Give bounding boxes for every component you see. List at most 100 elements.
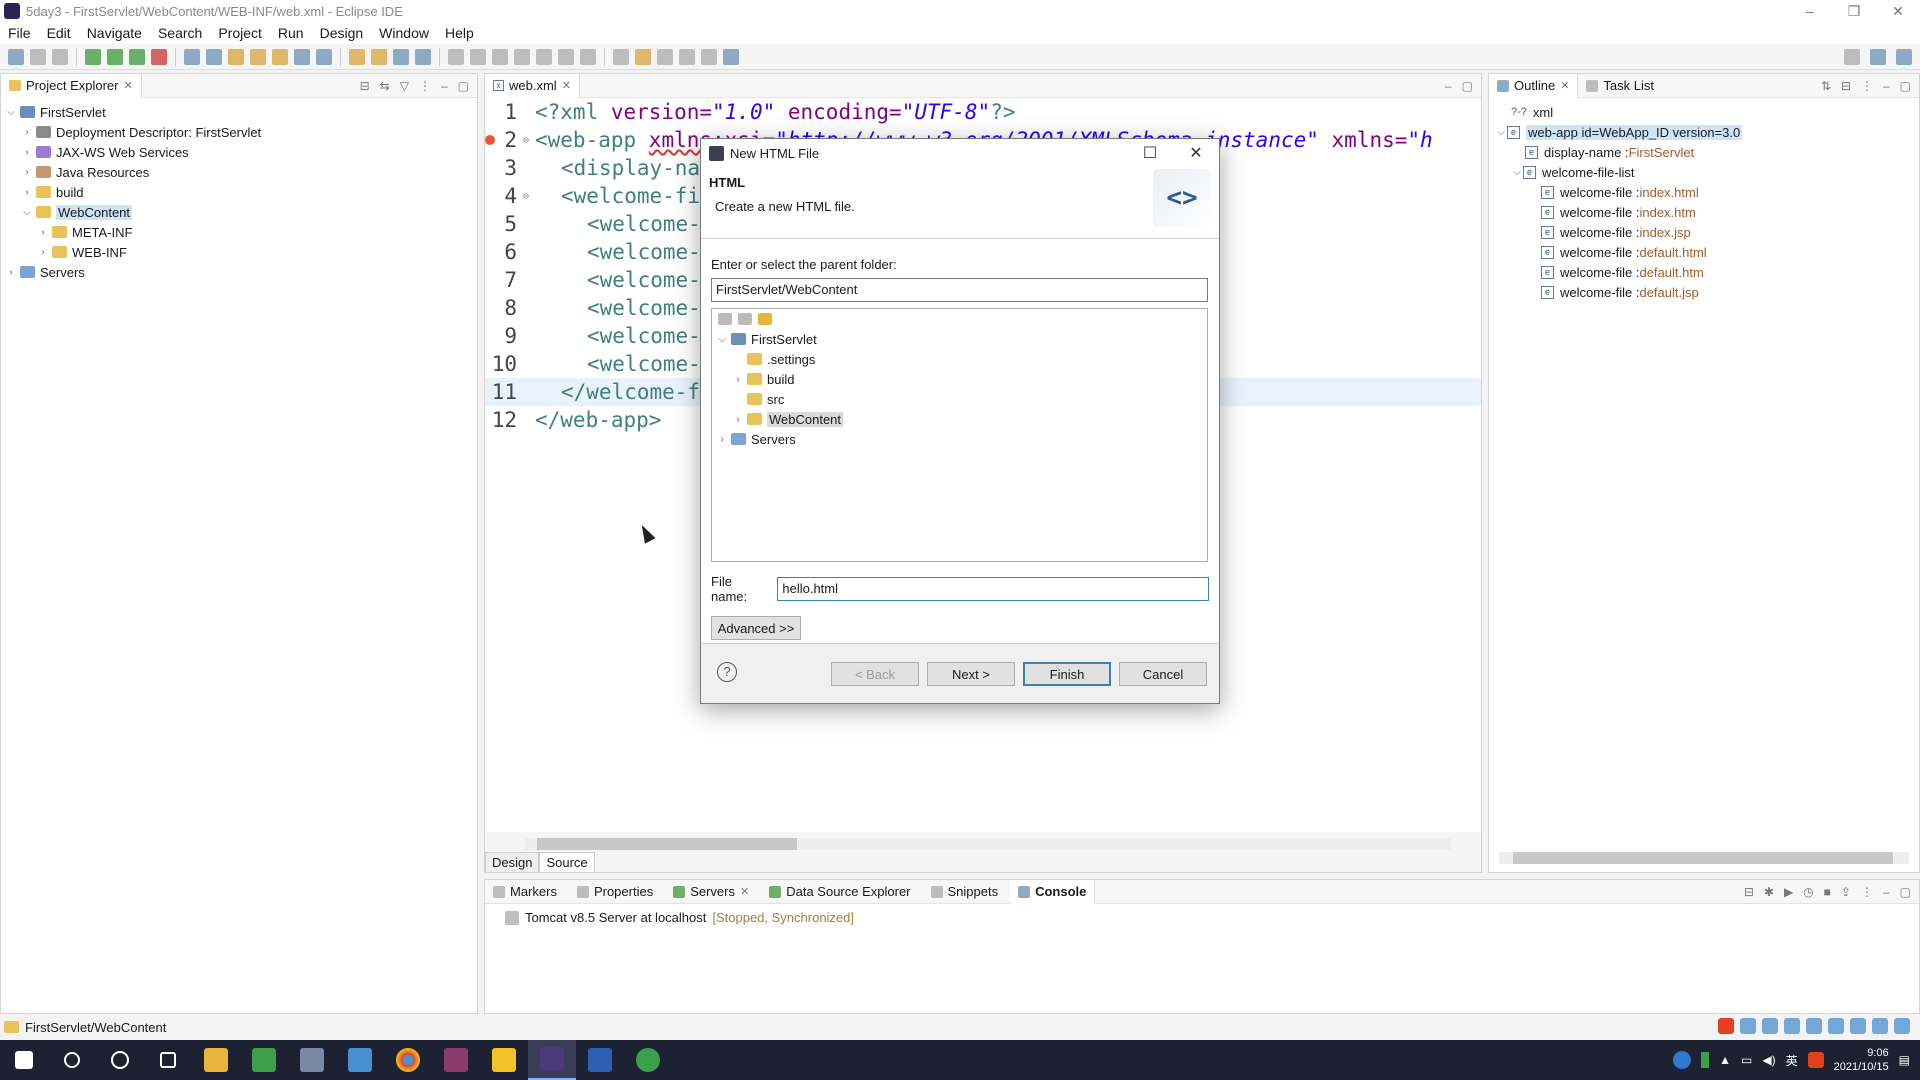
ime-keyboard-icon[interactable] [1828,1018,1844,1034]
sogou-tray-icon[interactable] [1807,1052,1824,1068]
collapse-chevron-icon[interactable]: › [21,167,33,178]
network-icon[interactable]: ▭ [1741,1053,1752,1067]
tab-project-explorer[interactable]: Project Explorer ✕ [1,73,142,98]
collapse-chevron-icon[interactable]: › [37,247,49,258]
web-browser-icon[interactable] [294,48,310,65]
annotation-next-icon[interactable] [613,48,629,65]
save-all-icon[interactable] [52,48,68,65]
profile-server-icon[interactable]: ◷ [1803,885,1813,899]
close-tab-icon[interactable]: ✕ [1560,79,1569,92]
tab-web-xml[interactable]: x web.xml ✕ [485,73,580,98]
tab-task-list[interactable]: Task List [1578,74,1662,98]
last-edit-icon[interactable] [657,48,673,65]
collapse-all-icon[interactable]: ⊟ [1744,885,1754,899]
back-icon[interactable] [679,48,695,65]
parent-folder-input[interactable]: FirstServlet/WebContent [711,278,1208,302]
debug-icon[interactable] [85,48,101,65]
menu-design[interactable]: Design [312,25,372,41]
collapse-chevron-icon[interactable]: › [21,127,33,138]
menu-edit[interactable]: Edit [39,25,79,41]
server-row[interactable]: Tomcat v8.5 Server at localhost [Stopped… [485,904,1919,931]
ime-voice-icon[interactable] [1806,1018,1822,1034]
expand-chevron-icon[interactable]: ⌵ [5,107,17,118]
stop-server-icon[interactable]: ■ [1824,885,1831,899]
menu-search[interactable]: Search [150,25,210,41]
outline-item-welcome-file-list[interactable]: ⌵ e welcome-file-list [1489,162,1919,182]
outline-item-welcome-file[interactable]: e welcome-file : index.jsp [1489,222,1919,242]
new-server-icon[interactable] [184,48,200,65]
tab-markers[interactable]: Markers [485,880,565,904]
tab-servers[interactable]: Servers ✕ [665,880,757,904]
debug-server-icon[interactable]: ✱ [1764,885,1774,899]
advanced-button[interactable]: Advanced >> [711,616,801,640]
tree-item-webcontent[interactable]: ⌵ WebContent [1,202,477,222]
taskbar-eclipse[interactable] [528,1040,576,1080]
finish-button[interactable]: Finish [1023,662,1111,686]
tree-item-servers[interactable]: › Servers [1,262,477,282]
tree-item-meta-inf[interactable]: › META-INF [1,222,477,242]
tab-snippets[interactable]: Snippets [923,880,1007,904]
maximize-view-icon[interactable]: ▢ [1900,79,1911,93]
ime-user-icon[interactable] [1850,1018,1866,1034]
outline-item-welcome-file[interactable]: e welcome-file : default.jsp [1489,282,1919,302]
collapse-chevron-icon[interactable]: › [21,187,33,198]
skip-breakpoints-icon[interactable] [415,48,431,65]
outline-item-welcome-file[interactable]: e welcome-file : default.html [1489,242,1919,262]
cancel-button[interactable]: Cancel [1119,662,1207,686]
taskbar-green-app[interactable] [624,1040,672,1080]
tab-console[interactable]: Console [1010,879,1096,904]
folder-tree-item-firstservlet[interactable]: ⌵ FirstServlet [712,329,1207,349]
collapse-all-icon[interactable]: ⊟ [1841,79,1851,93]
taskbar-chrome[interactable] [384,1040,432,1080]
collapse-chevron-icon[interactable]: › [732,374,744,385]
new-icon[interactable] [8,48,24,65]
ime-mode-icon[interactable] [1740,1018,1756,1034]
show-hidden-icons[interactable]: ▲ [1719,1053,1731,1067]
tab-properties[interactable]: Properties [569,880,661,904]
minimize-view-icon[interactable]: – [1883,79,1890,93]
menu-project[interactable]: Project [210,25,270,41]
resume-icon[interactable] [448,48,464,65]
folder-tree-item-webcontent[interactable]: › WebContent [712,409,1207,429]
menu-file[interactable]: File [0,25,39,41]
taskbar-app[interactable] [288,1040,336,1080]
disconnect-icon[interactable] [514,48,530,65]
toggle-comment-icon[interactable] [371,48,387,65]
start-server-icon[interactable]: ▶ [1784,885,1793,899]
tab-data-source-explorer[interactable]: Data Source Explorer [761,880,918,904]
view-menu-icon[interactable]: ⋮ [1861,79,1873,93]
menu-run[interactable]: Run [270,25,312,41]
taskbar-file-explorer[interactable] [192,1040,240,1080]
clock[interactable]: 9:06 2021/10/15 [1834,1046,1889,1074]
outline-item-web-app[interactable]: ⌵ e web-app id=WebApp_ID version=3.0 [1489,122,1919,142]
restore-icon[interactable]: ❐ [1832,0,1876,22]
run-icon[interactable] [107,48,123,65]
menu-window[interactable]: Window [371,25,437,41]
collapse-chevron-icon[interactable]: › [21,147,33,158]
search-web-icon[interactable] [316,48,332,65]
expand-chevron-icon[interactable]: ⌵ [1495,127,1507,138]
next-button[interactable]: Next > [927,662,1015,686]
error-marker-icon[interactable] [485,135,495,145]
tree-item-java-resources[interactable]: › Java Resources [1,162,477,182]
search-button[interactable] [48,1040,96,1080]
ime-skin-icon[interactable] [1872,1018,1888,1034]
pin-editor-icon[interactable] [723,48,739,65]
view-menu-icon[interactable]: ⋮ [1861,885,1873,899]
menu-navigate[interactable]: Navigate [79,25,150,41]
horizontal-scrollbar[interactable] [1499,852,1909,864]
outline-item-welcome-file[interactable]: e welcome-file : index.htm [1489,202,1919,222]
home-icon[interactable] [718,313,732,325]
back-arrow-icon[interactable] [738,313,752,325]
maximize-icon[interactable]: ☐ [1127,143,1173,163]
minimize-view-icon[interactable]: – [441,79,448,93]
console-icon[interactable] [393,48,409,65]
annotation-prev-icon[interactable] [635,48,651,65]
close-icon[interactable]: ✕ [1876,0,1920,22]
taskbar-word[interactable] [576,1040,624,1080]
start-button[interactable] [0,1040,48,1080]
forward-arrow-icon[interactable] [758,313,772,325]
terminate-icon[interactable] [492,48,508,65]
close-tab-icon[interactable]: ✕ [562,79,571,92]
maximize-view-icon[interactable]: ▢ [1900,885,1911,899]
